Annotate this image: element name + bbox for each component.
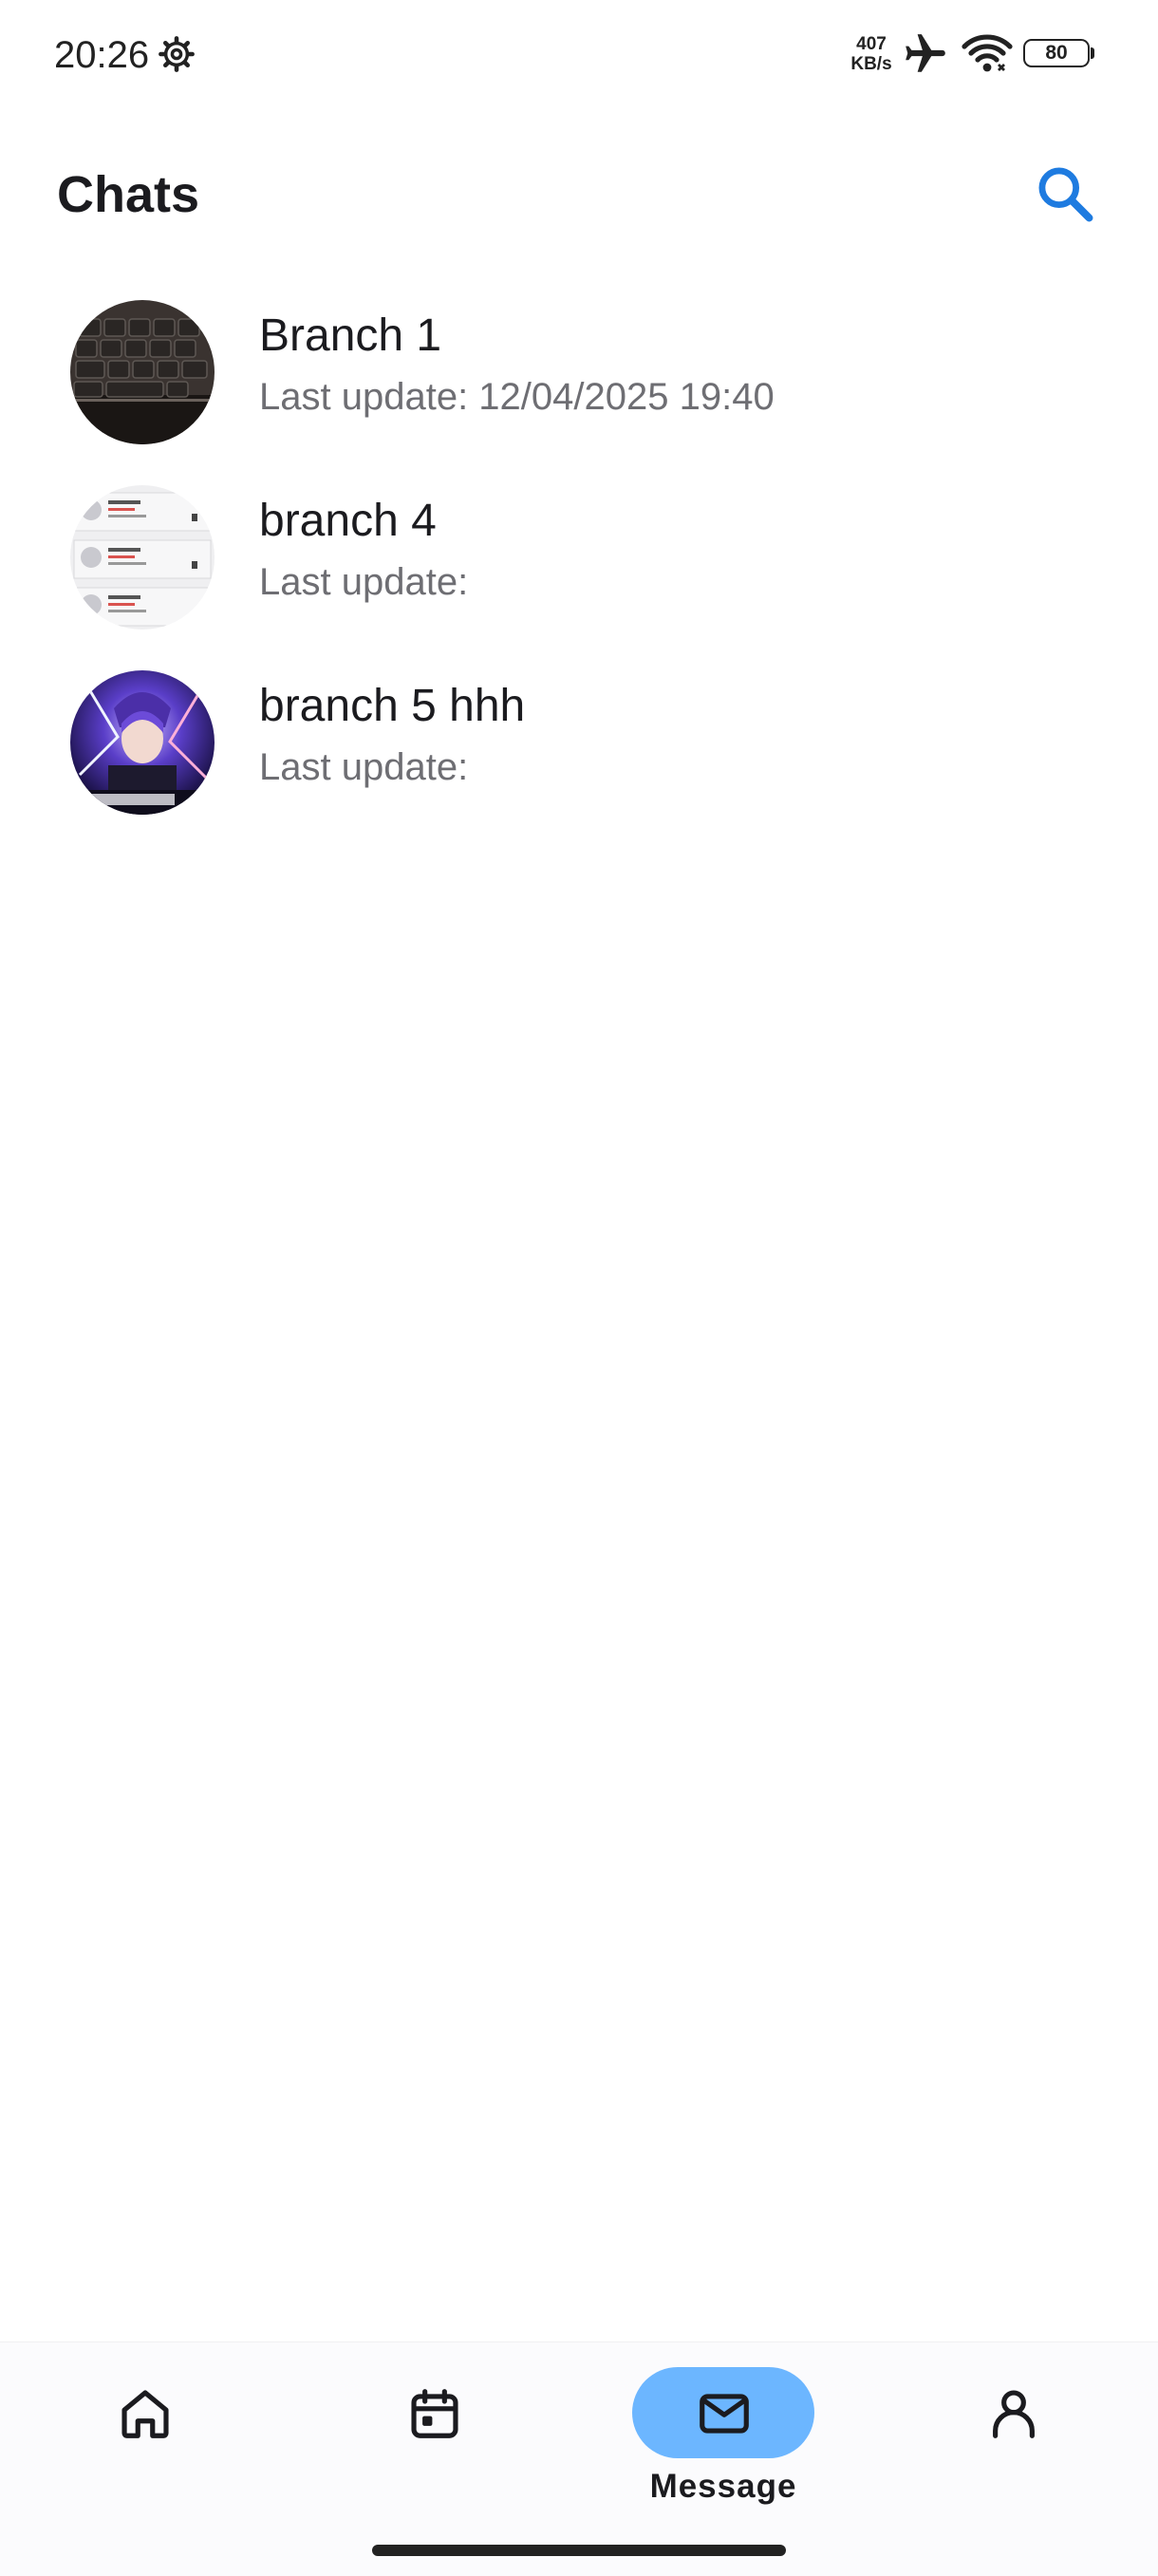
status-bar: 20:26 407 KB/s 80 [0, 0, 1158, 110]
calendar-icon [411, 2389, 458, 2438]
chat-last-update: Last update: [259, 561, 469, 603]
battery-level: 80 [1045, 42, 1068, 64]
network-speed: 407 KB/s [848, 34, 895, 74]
chat-name: branch 5 hhh [259, 681, 526, 731]
wifi-icon [961, 32, 1014, 74]
chat-last-update: Last update: [259, 746, 469, 788]
chat-name: Branch 1 [259, 310, 442, 361]
mail-icon [700, 2394, 749, 2434]
chat-list: Branch 1 Last update: 12/04/2025 19:40 b… [0, 294, 1158, 850]
person-icon [993, 2390, 1035, 2438]
nav-home[interactable] [49, 2367, 239, 2529]
avatar [70, 670, 215, 815]
chat-item-branch-1[interactable]: Branch 1 Last update: 12/04/2025 19:40 [0, 294, 1158, 479]
airplane-icon [902, 30, 949, 78]
nav-label-message: Message [649, 2468, 797, 2505]
search-icon [1038, 167, 1093, 222]
chat-item-branch-5[interactable]: branch 5 hhh Last update: [0, 665, 1158, 850]
nav-profile[interactable] [918, 2367, 1108, 2529]
network-speed-unit: KB/s [850, 54, 892, 74]
bottom-navigation: Message [0, 2341, 1158, 2576]
home-icon [121, 2390, 169, 2438]
status-time: 20:26 [54, 34, 150, 76]
search-button[interactable] [1033, 161, 1097, 226]
home-indicator[interactable] [372, 2545, 786, 2556]
gear-icon [157, 34, 196, 74]
chat-item-branch-4[interactable]: branch 4 Last update: [0, 479, 1158, 665]
network-speed-value: 407 [856, 34, 887, 54]
avatar [70, 485, 215, 630]
battery-icon: 80 [1023, 39, 1095, 69]
chat-name: branch 4 [259, 496, 437, 546]
chat-last-update: Last update: 12/04/2025 19:40 [259, 376, 775, 418]
nav-message[interactable]: Message [628, 2367, 818, 2529]
nav-calendar[interactable] [339, 2367, 529, 2529]
avatar [70, 300, 215, 444]
page-title: Chats [57, 166, 200, 223]
